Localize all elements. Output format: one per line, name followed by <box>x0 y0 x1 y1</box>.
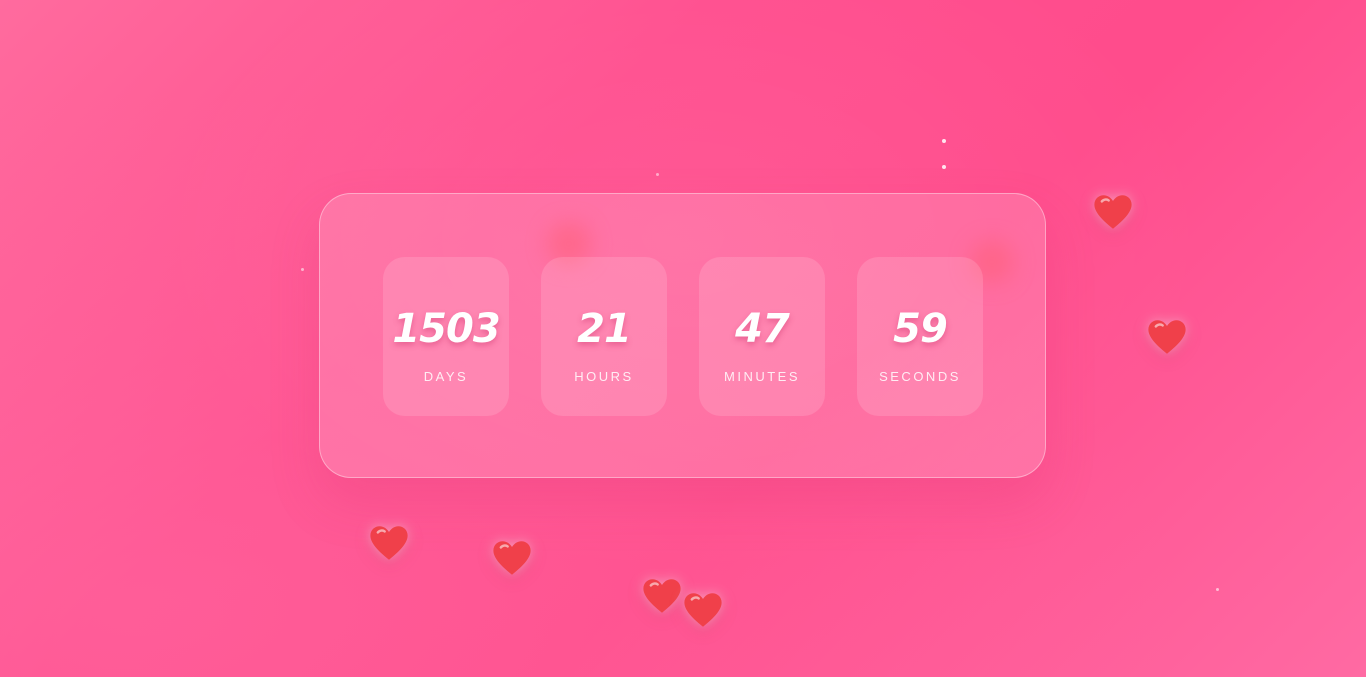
sparkle <box>942 139 946 143</box>
countdown-minutes: 47 MINUTES <box>699 257 825 416</box>
hours-value: 21 <box>577 306 632 352</box>
days-label: DAYS <box>423 369 469 384</box>
sparkle <box>942 165 946 169</box>
countdown-days: 1503 DAYS <box>383 257 509 416</box>
days-value: 1503 <box>392 306 500 352</box>
countdown-units: 1503 DAYS 21 HOURS 47 MINUTES 59 SECONDS <box>383 257 983 416</box>
countdown-card: 1503 DAYS 21 HOURS 47 MINUTES 59 SECONDS <box>319 193 1046 478</box>
minutes-value: 47 <box>735 306 790 352</box>
seconds-label: SECONDS <box>879 369 961 384</box>
heart-icon <box>492 540 532 576</box>
sparkle <box>656 173 659 176</box>
heart-icon <box>683 592 723 628</box>
heart-icon <box>1147 319 1187 355</box>
minutes-label: MINUTES <box>724 369 800 384</box>
seconds-value: 59 <box>893 306 948 352</box>
heart-icon <box>369 525 409 561</box>
countdown-seconds: 59 SECONDS <box>857 257 983 416</box>
countdown-hours: 21 HOURS <box>541 257 667 416</box>
sparkle <box>301 268 304 271</box>
sparkle <box>1216 588 1219 591</box>
hours-label: HOURS <box>574 369 634 384</box>
heart-icon <box>642 578 682 614</box>
heart-icon <box>1093 194 1133 230</box>
